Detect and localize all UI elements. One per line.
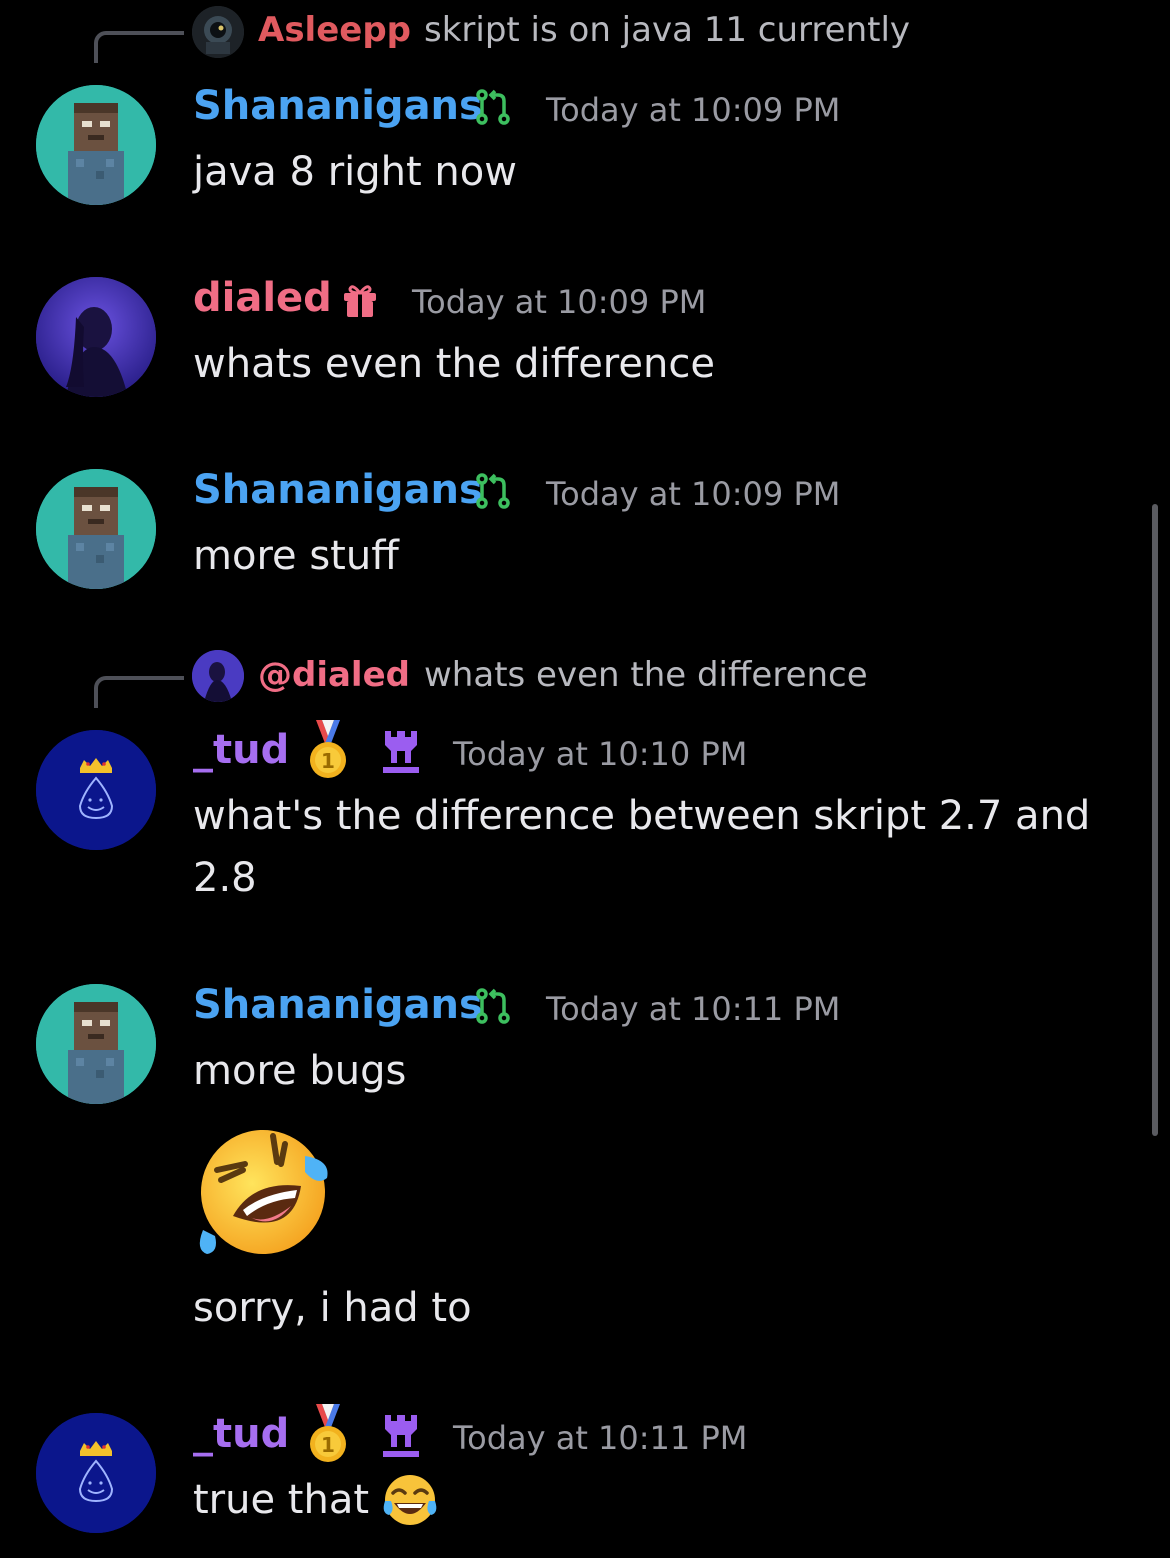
asleepp-avatar[interactable] (192, 6, 244, 58)
avatar[interactable] (36, 984, 156, 1104)
username[interactable]: Shananigans (193, 466, 483, 514)
message-text: more bugs (193, 1048, 407, 1094)
timestamp: Today at 10:11 PM (546, 990, 841, 1028)
reply-mention[interactable]: @dialed (258, 655, 410, 695)
avatar[interactable] (36, 469, 156, 589)
message-text: more stuff (193, 533, 399, 579)
first-place-medal-icon[interactable]: 1 (304, 718, 352, 784)
avatar[interactable] (36, 730, 156, 850)
asleepp-avatar-image (192, 6, 244, 58)
username[interactable]: _tud (193, 726, 289, 774)
avatar[interactable] (36, 85, 156, 205)
username[interactable]: Shananigans (193, 981, 483, 1029)
pull-request-icon[interactable] (474, 988, 514, 1028)
avatar[interactable] (36, 277, 156, 397)
castle-tower-icon[interactable] (381, 729, 421, 777)
reply-connector (94, 676, 184, 708)
message-text: true that (193, 1477, 370, 1523)
reply-preview-text[interactable]: whats even the difference (424, 655, 868, 695)
shananigans-avatar-image (36, 984, 156, 1104)
message-text: java 8 right now (193, 149, 517, 195)
gift-icon[interactable] (342, 283, 378, 323)
username[interactable]: dialed (193, 274, 332, 322)
castle-tower-icon[interactable] (381, 1413, 421, 1461)
face-with-tears-of-joy-emoji[interactable] (381, 1471, 439, 1529)
timestamp: Today at 10:10 PM (453, 735, 748, 773)
tud-avatar-image (36, 1413, 156, 1533)
dialed-avatar-image (192, 650, 244, 702)
rolling-on-floor-laughing-emoji[interactable] (193, 1120, 335, 1264)
shananigans-avatar-image (36, 469, 156, 589)
tud-avatar-image (36, 730, 156, 850)
avatar[interactable] (36, 1413, 156, 1533)
timestamp: Today at 10:09 PM (546, 91, 841, 129)
dialed-reply-avatar[interactable] (192, 650, 244, 702)
message-row: true that (193, 1469, 439, 1531)
svg-text:1: 1 (321, 749, 335, 773)
pull-request-icon[interactable] (474, 89, 514, 129)
reply-author[interactable]: Asleepp (258, 10, 411, 50)
svg-text:1: 1 (321, 1433, 335, 1457)
username[interactable]: Shananigans (193, 82, 483, 130)
first-place-medal-icon[interactable]: 1 (304, 1402, 352, 1468)
username[interactable]: _tud (193, 1410, 289, 1458)
reply-connector (94, 31, 184, 63)
timestamp: Today at 10:09 PM (412, 283, 707, 321)
message-text: what's the difference between skript 2.7… (193, 793, 1091, 901)
dialed-avatar-image (36, 277, 156, 397)
scrollbar[interactable] (1152, 504, 1158, 1136)
shananigans-avatar-image (36, 85, 156, 205)
message-text: whats even the difference (193, 341, 715, 387)
timestamp: Today at 10:11 PM (453, 1419, 748, 1457)
message-text: sorry, i had to (193, 1285, 472, 1331)
pull-request-icon[interactable] (474, 473, 514, 513)
reply-preview-text[interactable]: skript is on java 11 currently (424, 10, 910, 50)
timestamp: Today at 10:09 PM (546, 475, 841, 513)
